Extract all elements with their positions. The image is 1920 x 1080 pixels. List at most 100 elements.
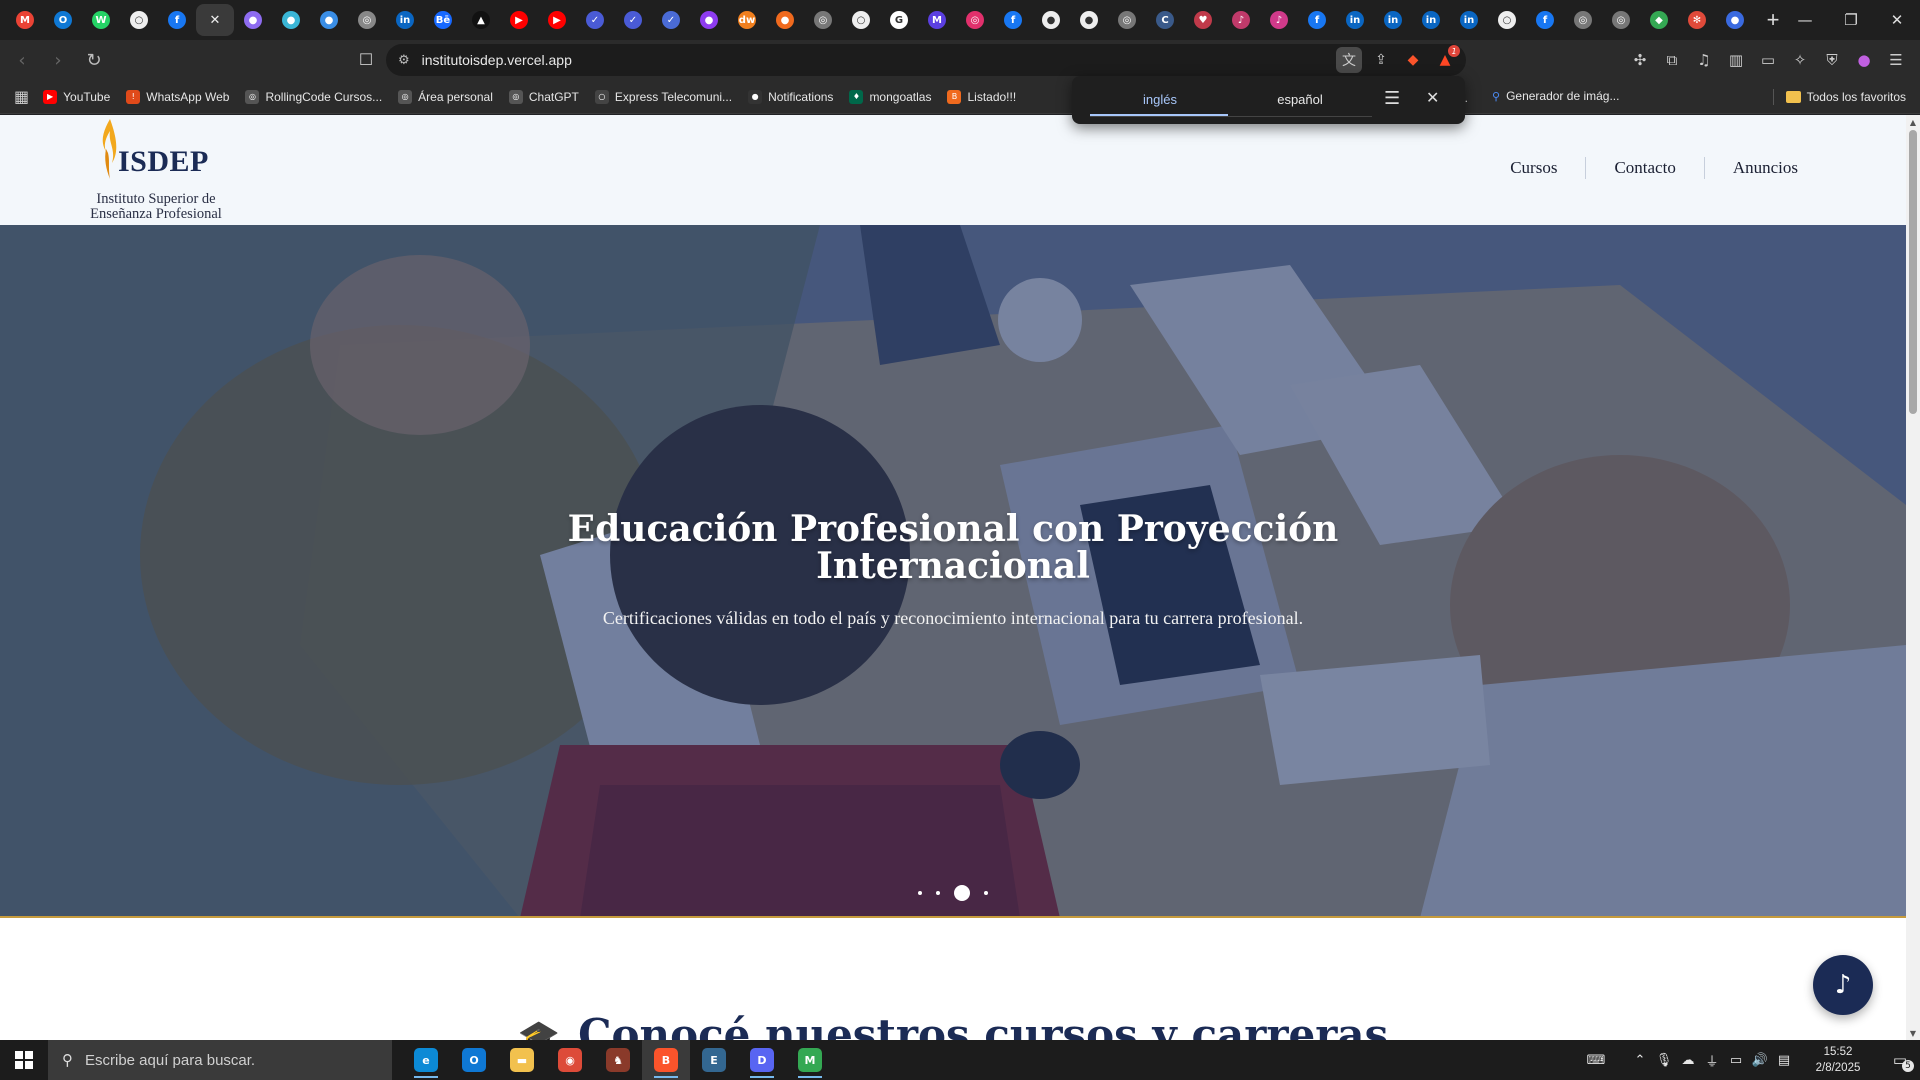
browser-tab[interactable]: ●: [310, 4, 348, 36]
browser-tab[interactable]: ♪: [1260, 4, 1298, 36]
browser-tab[interactable]: f: [1526, 4, 1564, 36]
browser-tab[interactable]: ●: [1716, 4, 1754, 36]
browser-tab[interactable]: in: [386, 4, 424, 36]
taskbar-app[interactable]: ▬: [498, 1040, 546, 1080]
all-bookmarks[interactable]: Todos los favoritos: [1772, 89, 1906, 105]
url-text[interactable]: institutoisdep.vercel.app: [422, 52, 572, 68]
browser-tab[interactable]: ✓: [576, 4, 614, 36]
taskbar-app[interactable]: B: [642, 1040, 690, 1080]
browser-tab[interactable]: O: [44, 4, 82, 36]
browser-tab[interactable]: ✓: [652, 4, 690, 36]
translate-options-icon[interactable]: ☰: [1384, 88, 1400, 109]
translate-lang-ingles[interactable]: inglés: [1092, 92, 1228, 107]
share-icon[interactable]: ⇪: [1368, 47, 1394, 73]
browser-tab[interactable]: in: [1374, 4, 1412, 36]
taskbar-app[interactable]: ◉: [546, 1040, 594, 1080]
browser-tab[interactable]: ●: [272, 4, 310, 36]
browser-tab[interactable]: ○: [1488, 4, 1526, 36]
wallet-icon[interactable]: ▭: [1754, 46, 1782, 74]
browser-tab[interactable]: ●: [1032, 4, 1070, 36]
brave-shields-icon[interactable]: ◆: [1400, 47, 1426, 73]
page-scrollbar[interactable]: ▲ ▼: [1906, 115, 1920, 1040]
onedrive-icon[interactable]: ☁: [1676, 1053, 1700, 1068]
extensions-icon[interactable]: ✣: [1626, 46, 1654, 74]
browser-tab[interactable]: ●: [690, 4, 728, 36]
bookmark-generador[interactable]: ⚲ Generador de imág...: [1492, 89, 1619, 103]
bookmark-item[interactable]: ● Notifications: [748, 89, 833, 104]
scroll-down-icon[interactable]: ▼: [1906, 1026, 1920, 1040]
restore-icon[interactable]: ❐: [1828, 0, 1874, 40]
apps-grid-icon[interactable]: ▦: [14, 87, 29, 106]
browser-tab[interactable]: ●: [1070, 4, 1108, 36]
bookmark-item[interactable]: ◎ ChatGPT: [508, 89, 579, 104]
bookmark-item[interactable]: ◎ RollingCode Cursos...: [245, 89, 382, 104]
vpn-icon[interactable]: ⛨: [1818, 46, 1846, 74]
bookmark-item[interactable]: ▶ YouTube: [43, 89, 110, 104]
nav-anuncios[interactable]: Anuncios: [1705, 158, 1826, 178]
browser-tab[interactable]: ▲: [462, 4, 500, 36]
close-window-icon[interactable]: ✕: [1874, 0, 1920, 40]
leo-ai-icon[interactable]: ✧: [1786, 46, 1814, 74]
notifications-button[interactable]: ▭ 5: [1880, 1040, 1920, 1080]
microphone-icon[interactable]: 🎙: [1652, 1053, 1676, 1068]
back-icon[interactable]: ‹: [8, 46, 36, 74]
browser-tab[interactable]: ◎: [1108, 4, 1146, 36]
input-indicator-icon[interactable]: ▤: [1772, 1053, 1796, 1068]
browser-tab[interactable]: ♥: [1184, 4, 1222, 36]
keyboard-icon[interactable]: ⌨: [1584, 1053, 1608, 1068]
reload-icon[interactable]: ↻: [80, 46, 108, 74]
carousel-dot[interactable]: [918, 891, 922, 895]
menu-icon[interactable]: ☰: [1882, 46, 1910, 74]
translate-lang-espanol[interactable]: español: [1232, 92, 1368, 107]
browser-tab[interactable]: ●: [234, 4, 272, 36]
usb-icon[interactable]: ⏚: [1700, 1051, 1724, 1070]
browser-tab[interactable]: ✓: [614, 4, 652, 36]
profile-icon[interactable]: ●: [1850, 46, 1878, 74]
forward-icon[interactable]: ›: [44, 46, 72, 74]
taskbar-app[interactable]: E: [690, 1040, 738, 1080]
browser-tab[interactable]: M: [918, 4, 956, 36]
media-icon[interactable]: ♫: [1690, 46, 1718, 74]
chevron-up-icon[interactable]: ⌃: [1628, 1053, 1652, 1068]
taskbar-app[interactable]: O: [450, 1040, 498, 1080]
site-logo[interactable]: ISDEP Instituto Superior de Enseñanza Pr…: [78, 119, 238, 223]
bookmark-item[interactable]: B Listado!!!: [947, 89, 1016, 104]
brave-rewards-icon[interactable]: ▲ 1: [1432, 45, 1460, 73]
browser-tab[interactable]: ✻: [1678, 4, 1716, 36]
scroll-thumb[interactable]: [1909, 130, 1917, 414]
browser-tab[interactable]: Bē: [424, 4, 462, 36]
browser-tab[interactable]: ▶: [538, 4, 576, 36]
taskbar-app[interactable]: ♞: [594, 1040, 642, 1080]
start-button[interactable]: [0, 1040, 48, 1080]
translate-icon[interactable]: 文: [1336, 47, 1362, 73]
browser-tab[interactable]: in: [1412, 4, 1450, 36]
carousel-dot[interactable]: [936, 891, 940, 895]
carousel-dot[interactable]: [954, 885, 970, 901]
bookmark-item[interactable]: ○ Express Telecomuni...: [594, 89, 732, 104]
browser-tab[interactable]: ▶: [500, 4, 538, 36]
browser-tab[interactable]: ◎: [804, 4, 842, 36]
browser-tab[interactable]: ◎: [1602, 4, 1640, 36]
taskbar-search[interactable]: ⚲ Escribe aquí para buscar.: [48, 1040, 392, 1080]
browser-tab[interactable]: ◎: [956, 4, 994, 36]
scroll-up-icon[interactable]: ▲: [1906, 115, 1920, 129]
browser-tab[interactable]: f: [158, 4, 196, 36]
carousel-dot[interactable]: [984, 891, 988, 895]
bookmark-item[interactable]: ◎ Área personal: [398, 89, 493, 104]
bookmark-page-icon[interactable]: ☐: [352, 46, 380, 74]
translate-close-icon[interactable]: ✕: [1426, 88, 1439, 107]
address-bar[interactable]: ⚙ institutoisdep.vercel.app 文 ⇪ ◆ ▲ 1: [386, 44, 1466, 76]
browser-tab[interactable]: in: [1450, 4, 1488, 36]
browser-tab[interactable]: ○: [120, 4, 158, 36]
browser-tab[interactable]: C: [1146, 4, 1184, 36]
clock[interactable]: 15:52 2/8/2025: [1800, 1044, 1876, 1076]
browser-tab[interactable]: G: [880, 4, 918, 36]
volume-icon[interactable]: 🔊: [1748, 1053, 1772, 1068]
browser-tab[interactable]: ◆: [1640, 4, 1678, 36]
browser-tab[interactable]: f: [1298, 4, 1336, 36]
browser-tab[interactable]: ◎: [1564, 4, 1602, 36]
browser-tab[interactable]: ○: [842, 4, 880, 36]
bookmark-item[interactable]: ♦ mongoatlas: [849, 89, 931, 104]
bookmark-item[interactable]: ! WhatsApp Web: [126, 89, 229, 104]
browser-tab[interactable]: ●: [766, 4, 804, 36]
